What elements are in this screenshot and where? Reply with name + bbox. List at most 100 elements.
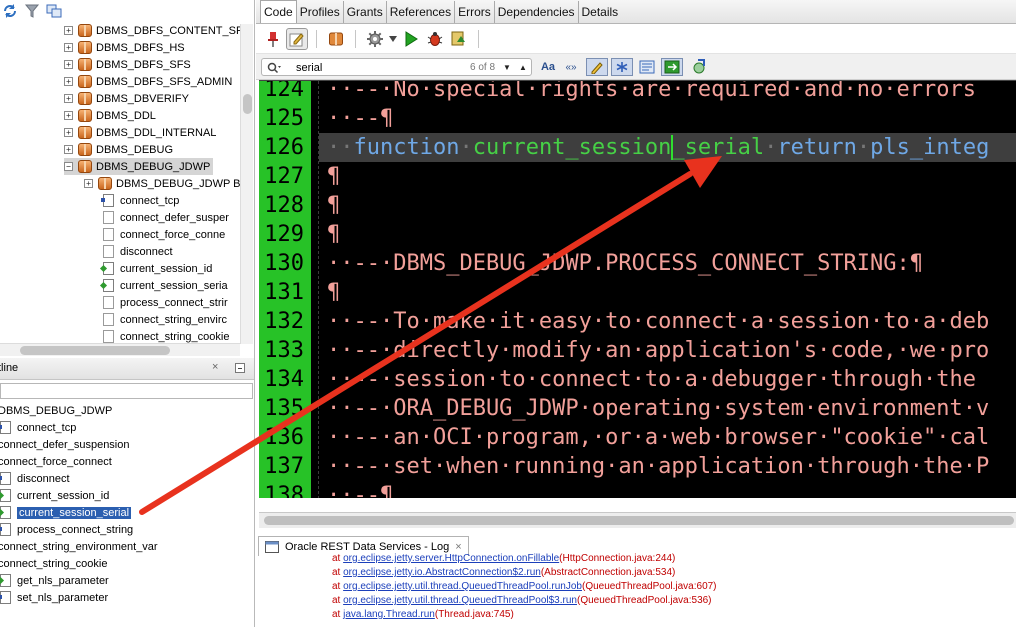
tab-grants[interactable]: Grants	[344, 1, 387, 23]
compile-icon[interactable]	[448, 28, 470, 50]
code-line-current: ··function·current_session_serial·return…	[327, 133, 989, 162]
expand-icon[interactable]: +	[64, 128, 73, 137]
tab-profiles[interactable]: Profiles	[297, 1, 344, 23]
schema-browser-icon[interactable]	[46, 3, 62, 19]
regex-icon[interactable]	[611, 58, 633, 76]
expand-icon[interactable]: +	[64, 145, 73, 154]
log-link[interactable]: org.eclipse.jetty.server.HttpConnection.…	[343, 553, 559, 564]
expand-icon[interactable]: +	[64, 94, 73, 103]
tree-horizontal-scrollbar[interactable]	[0, 343, 240, 356]
tab-details[interactable]: Details	[579, 1, 622, 23]
tree-item[interactable]: connect_string_envirc	[103, 311, 227, 328]
expand-icon[interactable]: +	[64, 43, 73, 52]
highlight-all-icon[interactable]	[586, 58, 608, 76]
line-number: 130	[264, 251, 304, 276]
tab-dependencies[interactable]: Dependencies	[495, 1, 579, 23]
log-link[interactable]: org.eclipse.jetty.util.thread.QueuedThre…	[343, 581, 582, 592]
outline-item[interactable]: disconnect	[0, 470, 70, 487]
expand-icon[interactable]: +	[64, 77, 73, 86]
code-token: return	[777, 135, 857, 160]
pin-icon[interactable]	[262, 28, 284, 50]
tree-item[interactable]: process_connect_strir	[103, 294, 228, 311]
expand-icon[interactable]: +	[64, 111, 73, 120]
whole-word-button[interactable]: «»	[561, 58, 581, 76]
tab-references[interactable]: References	[387, 1, 456, 23]
tree-item[interactable]: current_session_seria	[103, 277, 228, 294]
code-line: ¶	[327, 222, 341, 247]
run-icon[interactable]	[400, 28, 422, 50]
find-next-icon[interactable]: ▼	[503, 63, 511, 72]
gear-icon[interactable]	[364, 28, 386, 50]
code-line: ··--·DBMS_DEBUG_JDWP.PROCESS_CONNECT_STR…	[327, 251, 924, 276]
filter-icon[interactable]	[24, 3, 40, 19]
tree-item[interactable]: + DBMS_DBVERIFY	[64, 90, 189, 107]
scroll-thumb[interactable]	[264, 516, 1014, 525]
replace-icon[interactable]	[661, 58, 683, 76]
line-number: 137	[264, 454, 304, 479]
outline-item[interactable]: set_nls_parameter	[0, 589, 108, 606]
code-token: ·	[764, 135, 778, 160]
outline-item-selected[interactable]: current_session_serial	[0, 504, 132, 521]
chevron-down-icon[interactable]	[388, 28, 398, 50]
outline-item-label: current_session_id	[17, 489, 110, 502]
outline-item[interactable]: process_connect_string	[0, 521, 133, 538]
tree-item[interactable]: disconnect	[103, 243, 173, 260]
edit-icon[interactable]	[286, 27, 308, 50]
tree-item[interactable]: connect_tcp	[101, 192, 179, 209]
tree-item[interactable]: + DBMS_DBFS_HS	[64, 39, 185, 56]
tree-item-selected[interactable]: − DBMS_DEBUG_JDWP	[64, 158, 214, 175]
match-case-button[interactable]: Aa	[538, 58, 558, 76]
tree-item[interactable]: + DBMS_DBFS_CONTENT_SP	[64, 22, 243, 39]
outline-filter-input[interactable]	[0, 383, 253, 399]
tab-errors[interactable]: Errors	[455, 1, 495, 23]
tree-vertical-scrollbar[interactable]	[240, 24, 253, 344]
tree-item[interactable]: + DBMS_DDL	[64, 107, 156, 124]
tree-item[interactable]: + DBMS_DBFS_SFS_ADMIN	[64, 73, 232, 90]
tree-item[interactable]: + DBMS_DDL_INTERNAL	[64, 124, 216, 141]
log-source: (QueuedThreadPool.java:607)	[581, 581, 717, 592]
expand-icon[interactable]: +	[64, 26, 73, 35]
tree-item[interactable]: connect_force_conne	[103, 226, 225, 243]
outline-item[interactable]: connect_string_cookie	[0, 555, 107, 572]
scroll-thumb[interactable]	[243, 94, 252, 114]
procedure-icon	[103, 330, 114, 343]
line-number: 138	[264, 483, 304, 498]
outline-item[interactable]: get_nls_parameter	[0, 572, 109, 589]
line-number: 135	[264, 396, 304, 421]
tree-item[interactable]: + DBMS_DBFS_SFS	[64, 56, 191, 73]
refresh-icon[interactable]	[2, 3, 18, 19]
log-line: at org.eclipse.jetty.util.thread.QueuedT…	[332, 579, 717, 594]
outline-item[interactable]: connect_tcp	[0, 419, 76, 436]
outline-item[interactable]: current_session_id	[0, 487, 109, 504]
collapse-icon[interactable]: −	[64, 162, 73, 171]
package-icon[interactable]	[325, 28, 347, 50]
scroll-thumb[interactable]	[20, 346, 170, 355]
debug-bug-icon[interactable]	[424, 28, 446, 50]
wrap-search-icon[interactable]	[636, 58, 658, 76]
log-prefix: at	[332, 553, 344, 564]
outline-item[interactable]: connect_force_connect	[0, 453, 112, 470]
line-number: 131	[264, 280, 304, 305]
tree-item[interactable]: + DBMS_DEBUG_JDWP Bo	[84, 175, 247, 192]
tree-item[interactable]: connect_defer_susper	[103, 209, 229, 226]
tree-item[interactable]: + DBMS_DEBUG	[64, 141, 173, 158]
log-link[interactable]: org.eclipse.jetty.io.AbstractConnection$…	[343, 567, 541, 578]
tab-code[interactable]: Code	[260, 0, 297, 23]
find-input[interactable]: serial 6 of 8 ▼ ▲	[261, 58, 532, 76]
package-icon	[78, 75, 92, 88]
find-previous-icon[interactable]: ▲	[519, 63, 527, 72]
log-link[interactable]: org.eclipse.jetty.util.thread.QueuedThre…	[343, 595, 577, 606]
expand-icon[interactable]: +	[84, 179, 93, 188]
search-options-icon[interactable]	[690, 58, 710, 76]
editor-horizontal-scrollbar[interactable]	[259, 512, 1016, 528]
close-icon[interactable]: ×	[212, 361, 218, 373]
tree-item[interactable]: current_session_id	[103, 260, 212, 277]
outline-root[interactable]: DBMS_DEBUG_JDWP	[0, 402, 112, 419]
code-editor[interactable]: 124 125 126 127 128 129 130 131 132 133 …	[259, 80, 1016, 498]
expand-icon[interactable]: +	[64, 60, 73, 69]
outline-item[interactable]: connect_string_environment_var	[0, 538, 158, 555]
outline-item-label: set_nls_parameter	[17, 591, 109, 604]
outline-item[interactable]: connect_defer_suspension	[0, 436, 129, 453]
minimize-icon[interactable]	[235, 363, 245, 373]
log-link[interactable]: java.lang.Thread.run	[343, 609, 435, 620]
